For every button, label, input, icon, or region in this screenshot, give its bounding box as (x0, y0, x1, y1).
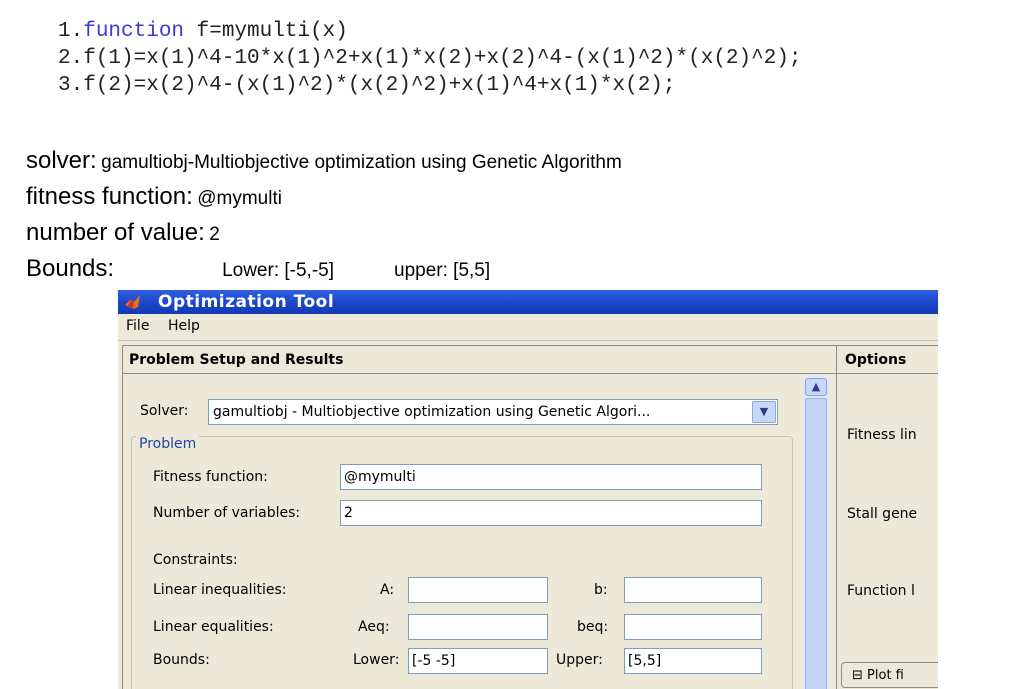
option-stall-generations: Stall gene (847, 506, 918, 522)
beq-input[interactable] (624, 614, 762, 640)
line-number: 3. (58, 74, 84, 97)
summary-count-label: number of value: (26, 219, 205, 246)
a-input[interactable] (408, 577, 548, 603)
aeq-label: Aeq: (358, 619, 390, 635)
b-label: b: (594, 582, 608, 598)
menu-file[interactable]: File (126, 318, 149, 334)
summary-count-value: 2 (209, 224, 220, 245)
linear-equalities-label: Linear equalities: (153, 619, 274, 635)
summary-count: number of value: 2 (26, 216, 622, 252)
setup-summary: solver: gamultiobj-Multiobjective optimi… (26, 144, 622, 288)
linear-inequalities-label: Linear inequalities: (153, 582, 287, 598)
chevron-down-icon[interactable]: ▼ (752, 401, 776, 423)
code-line-1: 1.function f=mymulti(x) (58, 18, 802, 45)
option-function-tolerance: Function l (847, 583, 915, 599)
summary-bounds: Bounds: Lower: [-5,-5] upper: [5,5] (26, 252, 622, 288)
code-text: f(1)=x(1)^4-10*x(1)^2+x(1)*x(2)+x(2)^4-(… (83, 47, 802, 70)
scroll-thumb[interactable] (805, 398, 827, 689)
solver-label: Solver: (140, 403, 189, 419)
summary-bounds-label: Bounds: (26, 255, 115, 282)
aeq-input[interactable] (408, 614, 548, 640)
matlab-logo-icon (125, 295, 140, 309)
code-line-3: 3.f(2)=x(2)^4-(x(1)^2)*(x(2)^2)+x(1)^4+x… (58, 72, 802, 99)
problem-group-title: Problem (136, 436, 200, 452)
title-bar[interactable]: Optimization Tool (118, 290, 938, 314)
code-text: f(2)=x(2)^4-(x(1)^2)*(x(2)^2)+x(1)^4+x(1… (83, 74, 676, 97)
code-line-2: 2.f(1)=x(1)^4-10*x(1)^2+x(1)*x(2)+x(2)^4… (58, 45, 802, 72)
lower-label: Lower: (353, 652, 400, 668)
bounds-label: Bounds: (153, 652, 210, 668)
menu-bar: File Help (118, 314, 938, 341)
code-keyword: function (83, 20, 185, 43)
a-label: A: (380, 582, 395, 598)
summary-upper: upper: [5,5] (394, 260, 491, 281)
code-snippet: 1.function f=mymulti(x) 2.f(1)=x(1)^4-10… (58, 18, 802, 99)
summary-solver: solver: gamultiobj-Multiobjective optimi… (26, 144, 622, 180)
number-of-variables-input[interactable]: 2 (340, 500, 762, 526)
window-title: Optimization Tool (158, 292, 335, 312)
options-panel: Options Fitness lin Stall gene Function … (836, 345, 938, 689)
solver-dropdown[interactable]: gamultiobj - Multiobjective optimization… (208, 399, 778, 425)
plot-functions-toggle[interactable]: ⊟ Plot fi (841, 662, 938, 688)
fitness-function-label: Fitness function: (153, 469, 268, 485)
lower-bound-input[interactable]: [-5 -5] (408, 648, 548, 674)
line-number: 1. (58, 20, 84, 43)
code-text: f=mymulti(x) (184, 20, 348, 43)
options-header: Options (837, 346, 938, 374)
summary-lower: Lower: [-5,-5] (222, 260, 335, 281)
number-of-variables-label: Number of variables: (153, 505, 301, 521)
summary-solver-label: solver: (26, 147, 97, 174)
summary-fitness: fitness function: @mymulti (26, 180, 622, 216)
vertical-scrollbar[interactable]: ▲ (803, 376, 829, 689)
collapse-icon: ⊟ (852, 668, 863, 683)
scroll-up-icon[interactable]: ▲ (805, 378, 827, 396)
upper-bound-input[interactable]: [5,5] (624, 648, 762, 674)
beq-label: beq: (577, 619, 609, 635)
constraints-label: Constraints: (153, 552, 238, 568)
fitness-function-input[interactable]: @mymulti (340, 464, 762, 490)
summary-solver-value: gamultiobj-Multiobjective optimization u… (101, 152, 622, 173)
line-number: 2. (58, 47, 84, 70)
plot-functions-label: Plot fi (867, 668, 904, 683)
summary-fitness-label: fitness function: (26, 183, 193, 210)
b-input[interactable] (624, 577, 762, 603)
upper-label: Upper: (556, 652, 603, 668)
option-fitness-limit: Fitness lin (847, 427, 917, 443)
summary-fitness-value: @mymulti (197, 188, 282, 209)
menu-help[interactable]: Help (168, 318, 200, 334)
optimization-tool-window: Optimization Tool File Help Problem Setu… (118, 290, 938, 689)
problem-setup-header: Problem Setup and Results (123, 346, 836, 374)
